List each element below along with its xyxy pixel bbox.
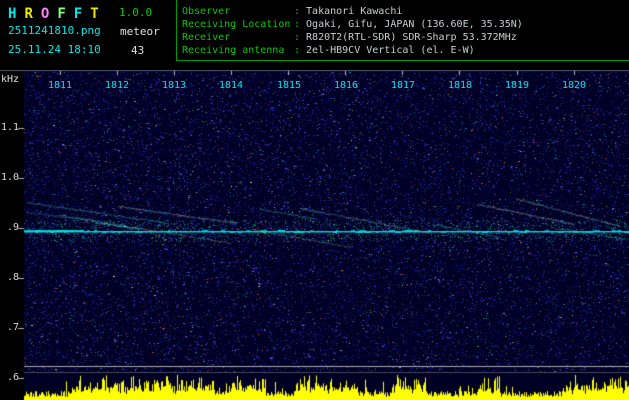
observation-mode-label: meteor [120,25,160,38]
info-separator: : [294,45,301,56]
observer-info-panel: Observer : Takanori Kawachi Receiving Lo… [176,0,629,61]
app-title-letter: F [73,6,83,22]
output-filename: 2511241810.png [8,24,101,37]
info-label: Receiving Location [182,19,291,30]
app-version: 1.0.0 [119,6,153,19]
info-label: Receiving antenna [182,45,285,56]
header-bar: HROFFT 1.0.0 2511241810.png meteor 25.11… [0,0,629,70]
hrofft-output-window: HROFFT 1.0.0 2511241810.png meteor 25.11… [0,0,629,400]
info-value: R820T2(RTL-SDR) SDR-Sharp 53.372MHz [306,32,517,43]
info-row-receiver: Receiver : R820T2(RTL-SDR) SDR-Sharp 53.… [182,31,629,44]
info-value: Ogaki, Gifu, JAPAN (136.60E, 35.35N) [306,19,523,30]
info-label: Receiver [182,32,231,43]
info-row-antenna: Receiving antenna : 2el-HB9CV Vertical (… [182,44,629,57]
app-title: HROFFT [8,3,107,22]
observation-datetime: 25.11.24 18:10 [8,43,101,56]
info-row-observer: Observer : Takanori Kawachi [182,5,629,18]
info-separator: : [294,32,301,43]
info-separator: : [294,19,301,30]
echo-count: 43 [131,44,145,57]
app-title-letter: O [40,6,50,22]
info-label: Observer [182,6,231,17]
app-title-letter: F [57,6,66,22]
info-value: 2el-HB9CV Vertical (el. E-W) [306,45,475,56]
app-title-letter: T [90,6,99,22]
info-separator: : [294,6,301,17]
info-row-location: Receiving Location : Ogaki, Gifu, JAPAN … [182,18,629,31]
app-title-letter: R [24,6,33,22]
info-value: Takanori Kawachi [306,6,403,17]
app-title-letter: H [8,6,17,22]
